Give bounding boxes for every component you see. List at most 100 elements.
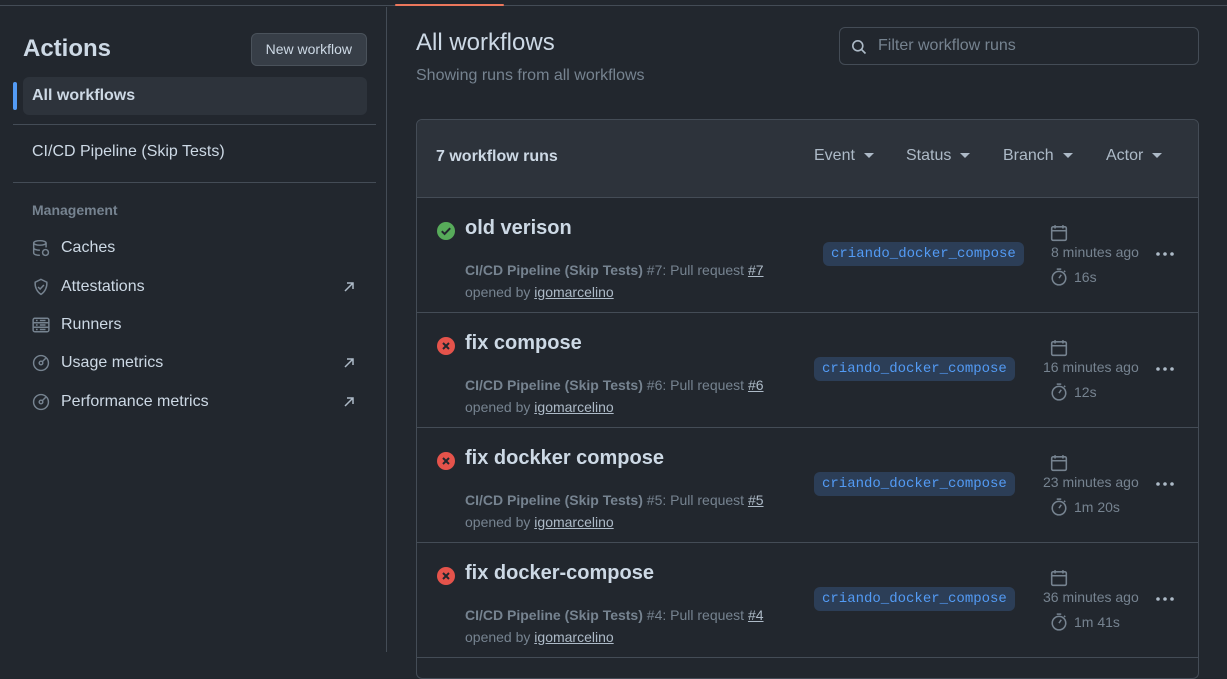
divider: [13, 182, 376, 183]
branch-badge[interactable]: criando_docker_compose: [814, 357, 1015, 381]
stopwatch-icon: [1051, 613, 1067, 631]
sidebar-item-label: Usage metrics: [61, 354, 164, 371]
failure-x-icon: [437, 337, 455, 355]
top-navigation-bar: [0, 0, 1227, 6]
run-meta: CI/CD Pipeline (Skip Tests) #7: Pull req…: [465, 259, 764, 303]
page-title: All workflows: [416, 29, 555, 56]
kebab-menu-icon[interactable]: [1154, 243, 1176, 265]
sidebar-item-usage-metrics[interactable]: Usage metrics: [23, 345, 367, 381]
calendar-icon: [1050, 225, 1068, 242]
opened-by-label: opened by: [465, 629, 535, 645]
opened-by-label: opened by: [465, 284, 535, 300]
sidebar-item-label: All workflows: [32, 87, 136, 104]
actor-filter-label: Actor: [1106, 147, 1144, 164]
workflow-name: CI/CD Pipeline (Skip Tests): [465, 262, 643, 278]
failure-x-icon: [437, 452, 455, 470]
pull-request-link[interactable]: #7: [748, 262, 764, 278]
page-subtitle: Showing runs from all workflows: [416, 67, 645, 84]
workflow-run-row[interactable]: fix compose CI/CD Pipeline (Skip Tests) …: [417, 313, 1198, 428]
user-link[interactable]: igomarcelino: [534, 514, 613, 530]
branch-badge[interactable]: criando_docker_compose: [814, 472, 1015, 496]
run-duration: 1m 41s: [1074, 614, 1120, 630]
run-title-link[interactable]: fix dockker compose: [465, 447, 664, 470]
stopwatch-icon: [1051, 383, 1067, 401]
new-workflow-button[interactable]: New workflow: [250, 33, 367, 66]
server-icon: [32, 317, 50, 333]
sidebar-item-all-workflows[interactable]: All workflows: [13, 77, 367, 115]
caret-down-icon: [863, 153, 874, 159]
user-link[interactable]: igomarcelino: [534, 284, 613, 300]
branch-badge[interactable]: criando_docker_compose: [814, 587, 1015, 611]
run-title-link[interactable]: fix compose: [465, 332, 582, 355]
run-meta: CI/CD Pipeline (Skip Tests) #5: Pull req…: [465, 489, 764, 533]
sidebar-item-workflow[interactable]: CI/CD Pipeline (Skip Tests): [23, 134, 367, 170]
event-filter-dropdown[interactable]: Event: [814, 147, 874, 165]
external-link-icon: [344, 358, 354, 368]
filter-input[interactable]: [878, 28, 1188, 64]
workflow-name: CI/CD Pipeline (Skip Tests): [465, 377, 643, 393]
stopwatch-icon: [1051, 268, 1067, 286]
run-meta: CI/CD Pipeline (Skip Tests) #4: Pull req…: [465, 604, 764, 648]
run-title-link[interactable]: old verison: [465, 217, 572, 240]
run-time: 23 minutes ago: [1043, 474, 1139, 490]
run-time: 8 minutes ago: [1051, 244, 1139, 260]
run-duration: 1m 20s: [1074, 499, 1120, 515]
opened-by-label: opened by: [465, 514, 535, 530]
calendar-icon: [1050, 340, 1068, 357]
management-section-label: Management: [32, 202, 118, 218]
sidebar-title: Actions: [23, 35, 112, 62]
external-link-icon: [344, 397, 354, 407]
branch-badge[interactable]: criando_docker_compose: [823, 242, 1024, 266]
actor-filter-dropdown[interactable]: Actor: [1106, 147, 1163, 165]
meter-icon: [32, 354, 50, 372]
kebab-menu-icon[interactable]: [1154, 588, 1176, 610]
kebab-menu-icon[interactable]: [1154, 358, 1176, 380]
runs-list-header: 7 workflow runs Event Status Branch Acto…: [417, 120, 1198, 198]
run-time: 16 minutes ago: [1043, 359, 1139, 375]
pull-request-link[interactable]: #5: [748, 492, 764, 508]
stopwatch-icon: [1051, 498, 1067, 516]
sidebar: Actions New workflow All workflows CI/CD…: [0, 7, 387, 652]
sidebar-item-performance-metrics[interactable]: Performance metrics: [23, 384, 367, 420]
branch-filter-label: Branch: [1003, 147, 1054, 164]
sidebar-item-caches[interactable]: Caches: [23, 230, 367, 266]
sidebar-item-label: Performance metrics: [61, 393, 209, 410]
calendar-icon: [1050, 455, 1068, 472]
pull-request-link[interactable]: #4: [748, 607, 764, 623]
meter-icon: [32, 393, 50, 411]
status-filter-dropdown[interactable]: Status: [906, 147, 971, 165]
kebab-menu-icon[interactable]: [1154, 473, 1176, 495]
event-filter-label: Event: [814, 147, 855, 164]
run-meta: CI/CD Pipeline (Skip Tests) #6: Pull req…: [465, 374, 764, 418]
sidebar-item-label: Attestations: [61, 278, 145, 295]
sidebar-item-label: Caches: [61, 239, 116, 256]
workflow-run-row[interactable]: old verison CI/CD Pipeline (Skip Tests) …: [417, 198, 1198, 313]
run-title-link[interactable]: fix docker-compose: [465, 562, 654, 585]
run-number: #5: Pull request: [642, 492, 748, 508]
run-number: #6: Pull request: [642, 377, 748, 393]
run-duration: 16s: [1074, 269, 1097, 285]
runs-count: 7 workflow runs: [436, 148, 558, 165]
caret-down-icon: [960, 153, 971, 159]
user-link[interactable]: igomarcelino: [534, 399, 613, 415]
sidebar-header: Actions New workflow: [23, 33, 367, 67]
run-number: #7: Pull request: [642, 262, 748, 278]
filter-workflow-runs[interactable]: [839, 27, 1199, 65]
selected-indicator: [13, 82, 17, 110]
workflow-run-row[interactable]: fix docker-compose CI/CD Pipeline (Skip …: [417, 543, 1198, 658]
search-icon: [852, 40, 867, 55]
workflow-run-row[interactable]: fix dockker compose CI/CD Pipeline (Skip…: [417, 428, 1198, 543]
workflow-runs-list: 7 workflow runs Event Status Branch Acto…: [416, 119, 1199, 679]
run-number: #4: Pull request: [642, 607, 748, 623]
sidebar-item-runners[interactable]: Runners: [23, 307, 367, 343]
status-filter-label: Status: [906, 147, 952, 164]
sidebar-item-label: Runners: [61, 316, 122, 333]
user-link[interactable]: igomarcelino: [534, 629, 613, 645]
active-tab-indicator: [395, 4, 504, 6]
opened-by-label: opened by: [465, 399, 535, 415]
sidebar-item-attestations[interactable]: Attestations: [23, 269, 367, 305]
branch-filter-dropdown[interactable]: Branch: [1003, 147, 1073, 165]
caret-down-icon: [1152, 153, 1163, 159]
pull-request-link[interactable]: #6: [748, 377, 764, 393]
caret-down-icon: [1062, 153, 1073, 159]
